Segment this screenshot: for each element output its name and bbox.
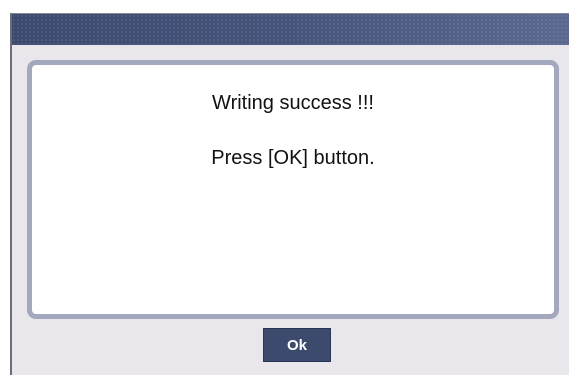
message-dialog: Writing success !!! Press [OK] button. O… [10,13,569,375]
success-message: Writing success !!! [212,92,374,114]
instruction-message: Press [OK] button. [211,147,375,169]
ok-button[interactable]: Ok [263,328,331,362]
dialog-titlebar[interactable] [12,14,569,45]
message-panel: Writing success !!! Press [OK] button. [27,60,559,319]
